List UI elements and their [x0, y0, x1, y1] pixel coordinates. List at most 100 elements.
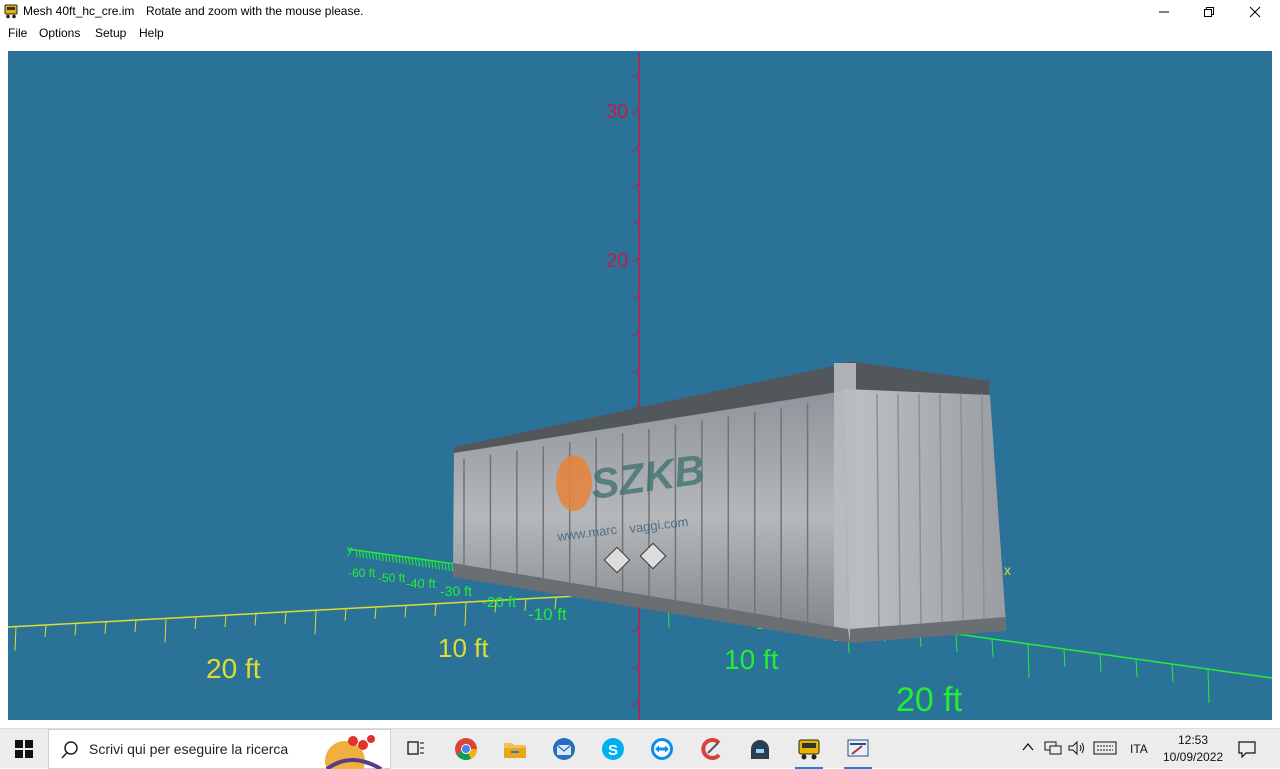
depth-axis-tick	[381, 553, 384, 562]
chevron-up-icon[interactable]	[1022, 742, 1034, 752]
vertical-axis-tick	[631, 627, 640, 633]
depth-axis-tick	[428, 560, 431, 569]
network-icon[interactable]	[1044, 740, 1062, 756]
restore-button[interactable]	[1186, 0, 1232, 23]
taskbar-thunderbird[interactable]	[548, 733, 580, 765]
menu-options[interactable]: Options	[39, 26, 80, 40]
depth-axis-tick	[418, 559, 421, 567]
depth-axis-tick	[385, 554, 388, 562]
depth-axis-tick	[441, 562, 444, 571]
vertical-axis-tick	[631, 72, 640, 78]
search-box[interactable]: Scrivi qui per eseguire la ricerca	[48, 729, 391, 769]
vertical-axis-ticks	[631, 72, 640, 707]
depth-axis-label-m60: -60 ft	[348, 566, 376, 580]
minimize-button[interactable]	[1141, 0, 1187, 23]
chrome-icon	[455, 738, 477, 760]
depth-axis-tick	[411, 558, 414, 566]
file-explorer-icon	[504, 743, 526, 758]
depth-axis-tick	[391, 555, 394, 563]
task-view-button[interactable]	[400, 733, 432, 765]
taskbar-chrome[interactable]	[450, 733, 482, 765]
vertical-axis-tick	[631, 220, 640, 226]
horizontal-axis-tick	[134, 619, 137, 633]
depth-axis-tick	[358, 550, 361, 558]
close-button[interactable]	[1232, 0, 1278, 23]
depth-axis-label-right-20: 20 ft	[896, 681, 963, 719]
horizontal-axis-tick	[104, 621, 107, 634]
depth-axis-tick	[1063, 648, 1066, 667]
horizontal-axis-tick	[314, 610, 317, 635]
search-highlight-icon	[325, 735, 383, 769]
taskbar-ccleaner[interactable]	[696, 733, 728, 765]
menu-setup[interactable]: Setup	[95, 26, 126, 40]
minimize-icon	[1159, 11, 1169, 12]
depth-axis-tick	[1135, 658, 1138, 678]
thunderbird-icon	[553, 738, 575, 760]
taskbar-skype[interactable]: S	[597, 733, 629, 765]
depth-axis-tick	[1171, 664, 1174, 683]
language-indicator[interactable]: ITA	[1130, 742, 1148, 756]
taskbar-truck-app[interactable]	[793, 733, 825, 769]
volume-icon[interactable]	[1068, 740, 1086, 756]
y-axis-end-label: y	[347, 544, 353, 556]
container-logo-swirl	[556, 455, 592, 511]
vertical-axis-tick	[631, 368, 640, 374]
skype-icon: S	[602, 738, 624, 760]
depth-axis-tick	[375, 552, 378, 561]
horizontal-axis-tick	[404, 605, 407, 618]
horizontal-axis-tick	[44, 624, 47, 637]
clock-time[interactable]: 12:53	[1178, 733, 1208, 747]
keyboard-icon[interactable]	[1093, 741, 1117, 755]
depth-axis-tick	[424, 560, 427, 568]
depth-axis-tick	[1027, 643, 1030, 678]
truck-app-icon	[4, 4, 18, 19]
taskbar-vpn[interactable]	[744, 733, 776, 765]
search-placeholder: Scrivi qui per eseguire la ricerca	[89, 741, 289, 757]
horizontal-axis-tick	[164, 618, 167, 643]
depth-axis-label-m10: -10 ft	[528, 605, 567, 624]
vertical-axis-label-30: 30	[606, 101, 628, 123]
title-bar: Mesh 40ft_hc_cre.im Rotate and zoom with…	[0, 0, 1280, 23]
depth-axis-tick	[1207, 669, 1210, 704]
taskbar-file-explorer[interactable]	[499, 733, 531, 765]
vertical-axis-tick	[631, 294, 640, 300]
depth-axis-tick	[447, 563, 450, 572]
vertical-axis-tick	[631, 109, 640, 115]
depth-axis-tick	[1099, 653, 1102, 673]
window-subtitle: Rotate and zoom with the mouse please.	[146, 4, 364, 18]
clock-date[interactable]: 10/09/2022	[1163, 750, 1223, 764]
close-icon	[1249, 6, 1261, 17]
depth-axis-tick	[401, 556, 404, 565]
taskbar-teamviewer[interactable]	[646, 733, 678, 765]
task-view-icon	[407, 741, 424, 755]
depth-axis-tick	[408, 557, 411, 566]
truck-app-icon	[798, 739, 820, 760]
depth-axis-tick	[395, 555, 398, 564]
3d-viewport[interactable]: 30 20 20 ft 10 ft 10 ft 20 ft -60 ft -50…	[8, 51, 1272, 720]
menu-file[interactable]: File	[8, 26, 27, 40]
depth-axis-tick	[444, 563, 447, 571]
windows-start-icon	[15, 740, 33, 758]
scene-canvas[interactable]: 30 20 20 ft 10 ft 10 ft 20 ft -60 ft -50…	[8, 51, 1272, 720]
vertical-axis-label-20: 20	[606, 250, 628, 272]
horizontal-axis-tick	[14, 626, 17, 651]
horizontal-axis-tick	[254, 613, 257, 626]
notifications-icon[interactable]	[1238, 740, 1256, 758]
depth-axis-tick	[421, 559, 424, 568]
depth-axis-tick	[355, 549, 358, 558]
depth-axis-tick	[438, 562, 440, 570]
vertical-axis-tick	[631, 331, 640, 337]
taskbar-settings-app[interactable]	[842, 733, 874, 769]
vertical-axis-tick	[631, 146, 640, 152]
depth-axis-tick	[388, 554, 391, 563]
menu-help[interactable]: Help	[139, 26, 164, 40]
depth-axis-tick	[365, 551, 368, 559]
depth-axis-tick	[955, 633, 958, 652]
horizontal-axis-label-left-20: 20 ft	[206, 653, 261, 684]
settings-app-icon	[847, 739, 869, 757]
vpn-icon	[751, 740, 769, 759]
depth-axis-label-m40: -40 ft	[406, 576, 436, 591]
container-model[interactable]: SZKB www.marc vaggi.com	[453, 361, 1006, 643]
x-axis-end-label: x	[1004, 562, 1011, 578]
start-button[interactable]	[8, 733, 40, 765]
